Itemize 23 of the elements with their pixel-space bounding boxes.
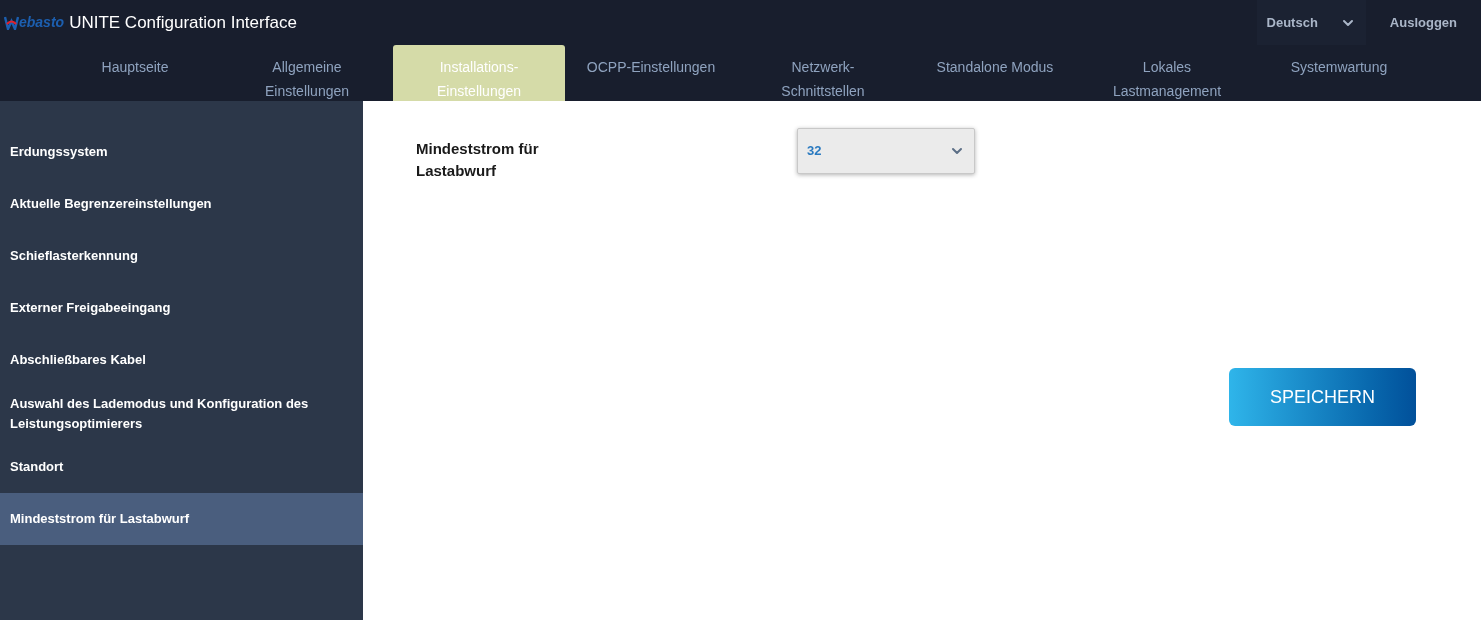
current-dropdown[interactable]: 32 [797,128,975,174]
nav-tab[interactable]: Lokales Lastmanagement [1081,45,1253,101]
field-label: Mindeststrom für Lastabwurf [416,139,540,181]
sidebar-item[interactable]: Standort [0,441,363,493]
sidebar-item[interactable]: Schieflasterkennung [0,230,363,282]
nav-tab[interactable]: OCPP-Einstellungen [565,45,737,101]
nav-tab[interactable]: Standalone Modus [909,45,1081,101]
logout-button[interactable]: Ausloggen [1365,0,1481,45]
language-dropdown[interactable]: Deutsch [1256,0,1366,45]
logo-w-icon [4,15,19,30]
sidebar-item[interactable]: Erdungssystem [0,126,363,178]
sidebar-item[interactable]: Externer Freigabeeingang [0,282,363,334]
nav-tab[interactable]: Allgemeine Einstellungen [221,45,393,101]
app-title: UNITE Configuration Interface [69,11,297,34]
nav-tab[interactable]: Netzwerk-Schnittstellen [737,45,909,101]
sidebar-item[interactable]: Abschließbares Kabel [0,334,363,386]
logo-text: ebasto [19,13,65,32]
sidebar-item[interactable]: Mindeststrom für Lastabwurf [0,493,363,545]
sidebar-item[interactable]: Auswahl des Lademodus und Konfiguration des Leistungsoptimierers [0,386,363,441]
nav-tab[interactable]: Systemwartung [1253,45,1425,101]
save-button[interactable]: SPEICHERN [1229,368,1416,426]
sidebar-item[interactable]: Aktuelle Begrenzereinstellungen [0,178,363,230]
nav-tab[interactable]: Hauptseite [49,45,221,101]
